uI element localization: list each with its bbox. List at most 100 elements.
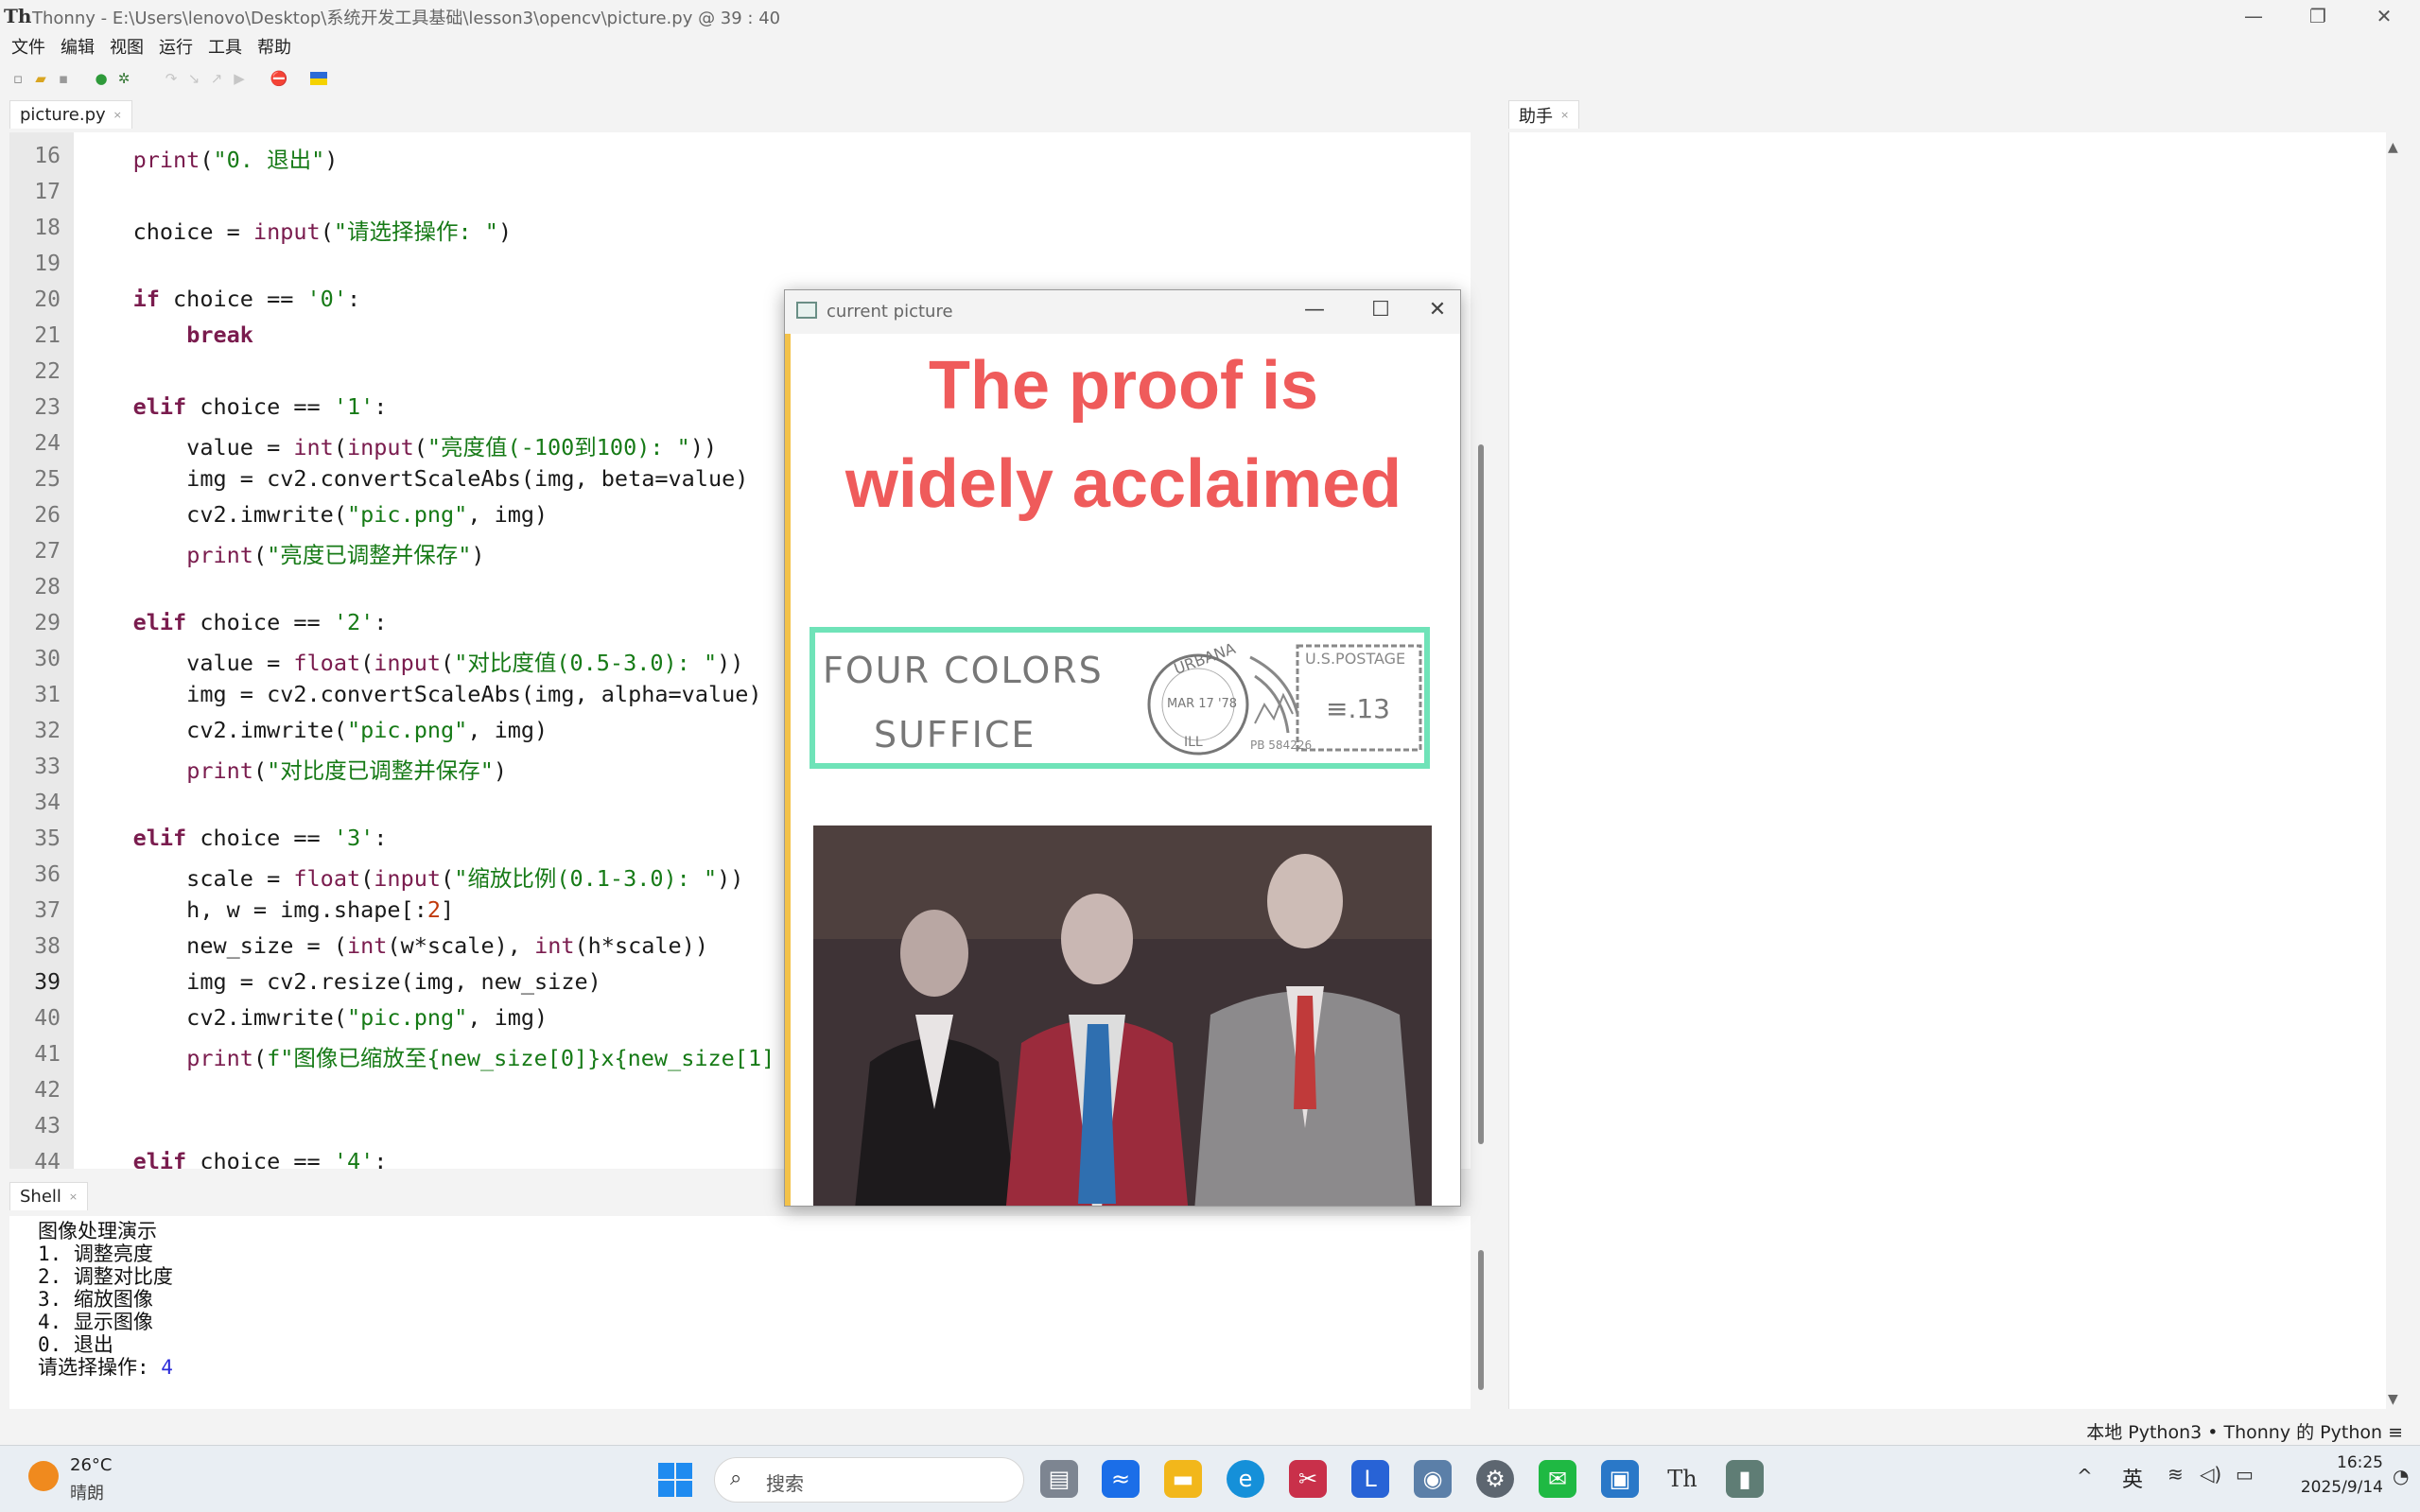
- search-placeholder: 搜索: [766, 1472, 804, 1495]
- taskbar: 26°C 晴朗 ⌕ 搜索 ▤ ≈ ▬ e ✂ L ◉ ⚙ ✉ ▣ Th ▮ ^ …: [0, 1445, 2420, 1512]
- code-line[interactable]: img = cv2.convertScaleAbs(img, beta=valu…: [79, 465, 748, 492]
- close-icon[interactable]: ✕: [2352, 0, 2416, 32]
- image-viewer-icon[interactable]: ▮: [1726, 1460, 1764, 1498]
- code-line[interactable]: break: [79, 322, 253, 348]
- weather-desc: 晴朗: [70, 1484, 104, 1503]
- taskbar-search-input[interactable]: ⌕ 搜索: [714, 1457, 1024, 1503]
- edge-icon[interactable]: e: [1227, 1460, 1264, 1498]
- ukraine-flag-icon[interactable]: [310, 70, 327, 87]
- tab-close-icon[interactable]: ×: [113, 109, 122, 121]
- code-line[interactable]: print("对比度已调整并保存"): [79, 753, 507, 785]
- code-line[interactable]: if choice == '0':: [79, 286, 361, 312]
- camera-icon[interactable]: ◉: [1414, 1460, 1452, 1498]
- code-line[interactable]: elif choice == '3':: [79, 825, 388, 851]
- step-out-icon[interactable]: ↗: [208, 70, 225, 87]
- image-window-titlebar[interactable]: current picture — ☐ ✕: [785, 290, 1460, 334]
- clock-date[interactable]: 2025/9/14: [2281, 1478, 2383, 1497]
- code-line[interactable]: value = int(input("亮度值(-100到100): ")): [79, 429, 717, 461]
- weather-sun-icon[interactable]: [28, 1461, 59, 1491]
- weather-temp[interactable]: 26°C: [70, 1455, 112, 1475]
- stamp-text-line2: SUFFICE: [874, 714, 1036, 756]
- code-line[interactable]: elif choice == '4':: [79, 1148, 388, 1169]
- tab-shell[interactable]: Shell ×: [9, 1182, 89, 1210]
- stop-icon[interactable]: ⛔: [270, 70, 288, 87]
- restore-icon[interactable]: ❐: [2286, 0, 2350, 32]
- menu-bar: 文件 编辑 视图 运行 工具 帮助: [0, 32, 2420, 61]
- menu-view[interactable]: 视图: [108, 34, 157, 59]
- windows-start-icon[interactable]: [658, 1463, 692, 1497]
- notification-bell-icon[interactable]: ◔: [2393, 1465, 2409, 1487]
- tab-picture-py[interactable]: picture.py ×: [9, 100, 132, 129]
- resume-icon[interactable]: ▶: [231, 70, 248, 87]
- debug-icon[interactable]: ✲: [115, 70, 132, 87]
- postmark-date: MAR 17 '78: [1167, 697, 1238, 711]
- shell-tab-close-icon[interactable]: ×: [69, 1190, 78, 1203]
- code-line[interactable]: print(f"图像已缩放至{new_size[0]}x{new_size[1]: [79, 1040, 775, 1072]
- search-icon: ⌕: [730, 1467, 742, 1490]
- window-title: Thonny - E:\Users\lenovo\Desktop\系统开发工具基…: [32, 9, 781, 28]
- code-line[interactable]: choice = input("请选择操作: "): [79, 214, 513, 246]
- displayed-image: The proof is widely acclaimed FOUR COLOR…: [785, 334, 1460, 1206]
- interpreter-status[interactable]: 本地 Python3 • Thonny 的 Python ≡: [2086, 1418, 2403, 1444]
- code-line[interactable]: elif choice == '2':: [79, 609, 388, 635]
- postage-label: U.S.POSTAGE: [1305, 650, 1406, 668]
- menu-run[interactable]: 运行: [157, 34, 206, 59]
- assistant-tab-close-icon[interactable]: ×: [1560, 109, 1569, 121]
- scroll-down-icon[interactable]: ▼: [2388, 1392, 2398, 1407]
- menu-help[interactable]: 帮助: [255, 34, 305, 59]
- security-icon[interactable]: L: [1351, 1460, 1389, 1498]
- tab-assistant[interactable]: 助手 ×: [1508, 100, 1580, 129]
- wechat-icon[interactable]: ✉: [1539, 1460, 1576, 1498]
- step-over-icon[interactable]: ↷: [163, 70, 180, 87]
- shell-scrollbar[interactable]: [1478, 1250, 1484, 1390]
- code-line[interactable]: h, w = img.shape[:2]: [79, 896, 454, 923]
- code-line[interactable]: cv2.imwrite("pic.png", img): [79, 501, 548, 528]
- code-line[interactable]: cv2.imwrite("pic.png", img): [79, 717, 548, 743]
- editor-scrollbar[interactable]: [1478, 444, 1484, 1144]
- file-explorer-icon[interactable]: ▬: [1164, 1460, 1202, 1498]
- code-line[interactable]: img = cv2.resize(img, new_size): [79, 968, 601, 995]
- shell-prompt-line[interactable]: 请选择操作: 4: [38, 1352, 173, 1381]
- task-view-icon[interactable]: ▤: [1040, 1460, 1078, 1498]
- step-into-icon[interactable]: ↘: [185, 70, 202, 87]
- new-file-icon[interactable]: ▫: [9, 70, 26, 87]
- virtualbox-icon[interactable]: ▣: [1601, 1460, 1639, 1498]
- code-line[interactable]: print("0. 退出"): [79, 142, 339, 174]
- battery-icon[interactable]: ▭: [2236, 1463, 2254, 1486]
- scroll-up-icon[interactable]: ▲: [2388, 140, 2398, 155]
- code-line[interactable]: scale = float(input("缩放比例(0.1-3.0): ")): [79, 860, 743, 893]
- thonny-logo-icon: Th: [4, 5, 32, 27]
- postage-value: ≡.13: [1326, 693, 1390, 724]
- menu-file[interactable]: 文件: [9, 34, 59, 59]
- ime-indicator[interactable]: 英: [2122, 1463, 2143, 1493]
- code-line[interactable]: print("亮度已调整并保存"): [79, 537, 484, 569]
- chevron-up-icon[interactable]: ^: [2077, 1465, 2093, 1487]
- minimize-icon[interactable]: —: [1296, 298, 1333, 326]
- clock-time[interactable]: 16:25: [2319, 1453, 2383, 1472]
- menu-tools[interactable]: 工具: [206, 34, 255, 59]
- code-line[interactable]: new_size = (int(w*scale), int(h*scale)): [79, 932, 708, 959]
- open-file-icon[interactable]: ▰: [32, 70, 49, 87]
- code-line[interactable]: elif choice == '1':: [79, 393, 388, 420]
- thonny-icon[interactable]: Th: [1663, 1460, 1701, 1498]
- minimize-icon[interactable]: —: [2221, 0, 2286, 32]
- code-line[interactable]: cv2.imwrite("pic.png", img): [79, 1004, 548, 1031]
- tab-label: picture.py: [20, 105, 106, 125]
- wifi-icon[interactable]: ≋: [2168, 1463, 2184, 1486]
- code-line[interactable]: img = cv2.convertScaleAbs(img, alpha=val…: [79, 681, 761, 707]
- meter-number: PB 584226: [1250, 739, 1313, 752]
- menu-edit[interactable]: 编辑: [59, 34, 108, 59]
- shell-console[interactable]: 图像处理演示 1. 调整亮度 2. 调整对比度 3. 缩放图像 4. 显示图像 …: [9, 1216, 1471, 1409]
- snipping-tool-icon[interactable]: ✂: [1289, 1460, 1327, 1498]
- volume-icon[interactable]: ◁): [2200, 1463, 2221, 1486]
- shell-input-value[interactable]: 4: [161, 1356, 173, 1379]
- image-window[interactable]: current picture — ☐ ✕ The proof is widel…: [784, 289, 1461, 1207]
- maximize-icon[interactable]: ☐: [1362, 298, 1400, 326]
- run-icon[interactable]: ●: [93, 70, 110, 87]
- settings-icon[interactable]: ⚙: [1476, 1460, 1514, 1498]
- image-headline-line1: The proof is: [929, 348, 1318, 424]
- close-icon[interactable]: ✕: [1419, 298, 1456, 326]
- whiteboard-icon[interactable]: ≈: [1102, 1460, 1140, 1498]
- save-icon[interactable]: ▪: [55, 70, 72, 87]
- code-line[interactable]: value = float(input("对比度值(0.5-3.0): ")): [79, 645, 743, 677]
